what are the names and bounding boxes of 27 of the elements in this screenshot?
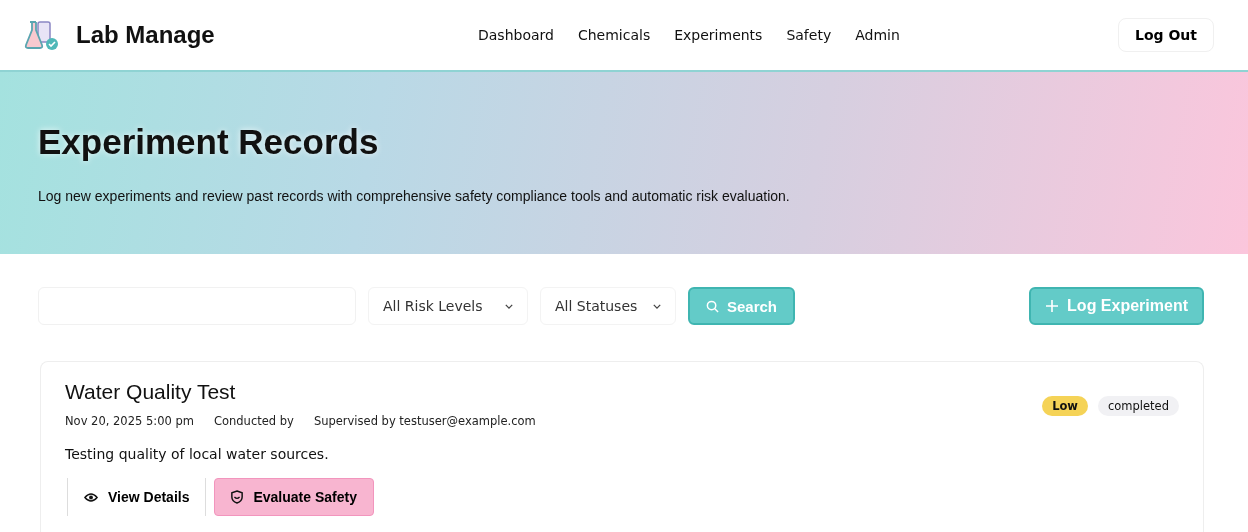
- brand-name: Lab Manage: [76, 21, 215, 49]
- nav-link[interactable]: Admin: [855, 27, 900, 43]
- eye-icon: [84, 491, 98, 503]
- nav-link[interactable]: Safety: [786, 27, 832, 43]
- risk-level-select[interactable]: All Risk Levels: [368, 287, 528, 325]
- nav-link[interactable]: Experiments: [674, 27, 763, 43]
- record-title: Water Quality Test: [65, 380, 237, 404]
- page-title: Experiment Records: [38, 122, 380, 162]
- status-select[interactable]: All Statuses: [540, 287, 676, 325]
- page-subtitle: Log new experiments and review past records with comprehensive safety compliance tools and automatic risk evaluation.: [38, 188, 791, 204]
- conducted-by: Conducted by: [213, 414, 294, 428]
- view-details-button[interactable]: View Details: [67, 478, 207, 516]
- search-icon: [706, 299, 719, 313]
- shield-icon: [231, 490, 244, 504]
- record-date: Nov 20, 2025 5:00 pm: [65, 414, 194, 428]
- record-description: Testing quality of local water sources.: [65, 446, 330, 462]
- chevron-down-icon: [505, 303, 513, 309]
- chevron-down-icon: [653, 303, 661, 309]
- logout-button[interactable]: Log Out: [1118, 18, 1214, 52]
- nav-link[interactable]: Chemicals: [577, 27, 651, 43]
- nav-link[interactable]: Dashboard: [478, 27, 554, 43]
- evaluate-safety-button[interactable]: Evaluate Safety: [214, 478, 374, 516]
- status-badge: completed: [1098, 396, 1179, 416]
- risk-badge: Low: [1042, 396, 1088, 416]
- supervised-by: Supervised by testuser@example.com: [313, 414, 536, 428]
- plus-icon: [1045, 299, 1060, 313]
- flask-icon: [24, 19, 60, 51]
